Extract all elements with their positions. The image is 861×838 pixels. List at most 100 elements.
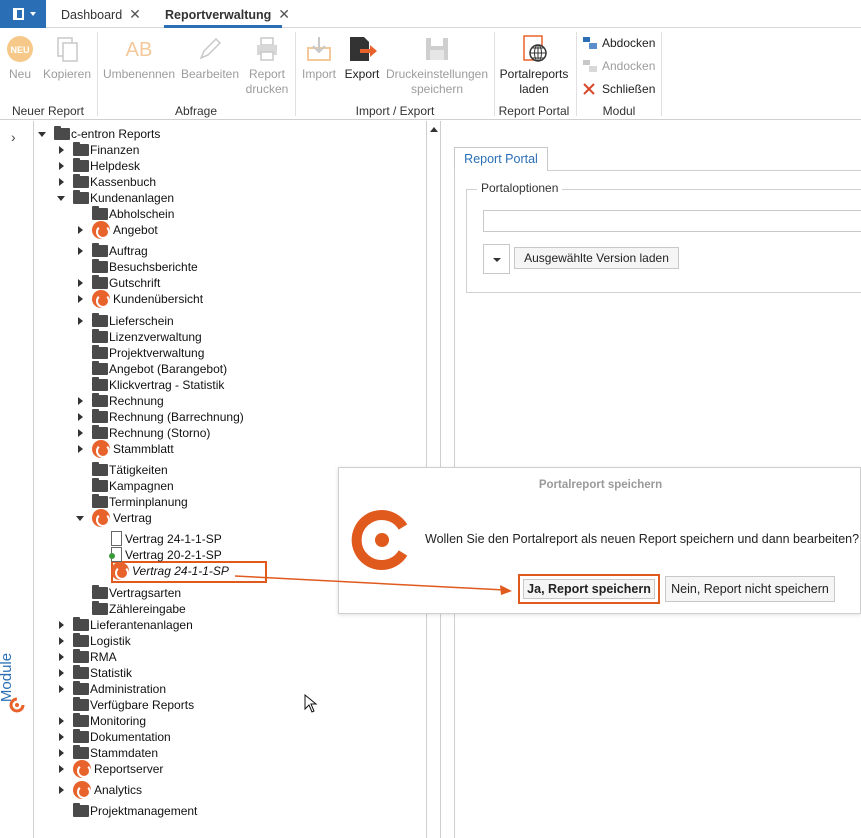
chevron-right-icon[interactable]: › xyxy=(11,129,16,145)
export-button[interactable]: Export xyxy=(342,34,382,82)
chevron-right-icon[interactable] xyxy=(78,445,83,453)
tab-report-portal[interactable]: Report Portal xyxy=(454,147,548,171)
scroll-up-arrow-icon[interactable] xyxy=(430,127,438,132)
tree-row[interactable]: Dokumentation xyxy=(34,729,424,745)
tree-row[interactable]: Abholschein xyxy=(34,206,424,222)
tree-row[interactable]: Logistik xyxy=(34,633,424,649)
chevron-right-icon[interactable] xyxy=(59,146,64,154)
chevron-right-icon[interactable] xyxy=(78,279,83,287)
tree-row[interactable]: Verfügbare Reports xyxy=(34,697,424,713)
tree-row-label: Monitoring xyxy=(90,714,147,728)
tab-dashboard[interactable]: Dashboard ✕ xyxy=(61,0,141,28)
umbenennen-label: Umbenennen xyxy=(102,67,176,81)
chevron-right-icon[interactable] xyxy=(59,733,64,741)
kopieren-button[interactable]: Kopieren xyxy=(42,34,92,82)
tree-row[interactable]: Rechnung (Barrechnung) xyxy=(34,409,424,425)
tree-row[interactable]: Projektmanagement xyxy=(34,803,424,819)
portal-report-icon xyxy=(92,290,110,308)
close-icon[interactable]: ✕ xyxy=(278,6,290,22)
tree-row-label: Zählereingabe xyxy=(109,602,186,616)
chevron-right-icon[interactable] xyxy=(78,429,83,437)
schliessen-button[interactable]: Schließen xyxy=(580,80,655,98)
ribbon-divider xyxy=(295,32,296,116)
load-version-button[interactable]: Ausgewählte Version laden xyxy=(514,247,679,269)
tree-row[interactable]: c-entron Reports xyxy=(34,126,424,142)
portalreports-laden-button[interactable]: Portalreports laden xyxy=(497,34,571,97)
chevron-right-icon[interactable] xyxy=(78,226,83,234)
tree-row-label: Besuchsberichte xyxy=(109,260,198,274)
tree-row[interactable]: Angebot xyxy=(34,221,424,239)
tree-row[interactable]: Besuchsberichte xyxy=(34,259,424,275)
app-menu-button[interactable] xyxy=(0,0,46,28)
tree-row[interactable]: Monitoring xyxy=(34,713,424,729)
chevron-right-icon[interactable] xyxy=(59,717,64,725)
tree-row[interactable]: Auftrag xyxy=(34,243,424,259)
folder-icon xyxy=(92,462,108,476)
tab-reportverwaltung[interactable]: Reportverwaltung ✕ xyxy=(165,0,290,28)
andocken-button[interactable]: Andocken xyxy=(580,57,655,75)
chevron-right-icon[interactable] xyxy=(78,295,83,303)
tree-row-label: RMA xyxy=(90,650,117,664)
tree-row[interactable]: Lizenzverwaltung xyxy=(34,329,424,345)
chevron-down-icon[interactable] xyxy=(38,132,46,137)
c-entron-logo-icon xyxy=(351,510,408,570)
tree-row[interactable]: Analytics xyxy=(34,781,424,799)
tree-row[interactable]: Stammdaten xyxy=(34,745,424,761)
report-drucken-button[interactable]: Report drucken xyxy=(244,34,290,97)
tree-row[interactable]: RMA xyxy=(34,649,424,665)
tree-row[interactable]: Lieferschein xyxy=(34,313,424,329)
chevron-right-icon[interactable] xyxy=(78,247,83,255)
tree-row[interactable]: Kundenanlagen xyxy=(34,190,424,206)
tree-row[interactable]: Lieferantenanlagen xyxy=(34,617,424,633)
tree-row[interactable]: Rechnung xyxy=(34,393,424,409)
chevron-right-icon[interactable] xyxy=(59,162,64,170)
tree-row-label: Finanzen xyxy=(90,143,140,157)
document-icon xyxy=(111,531,122,546)
bearbeiten-button[interactable]: Bearbeiten xyxy=(180,34,240,82)
chevron-right-icon[interactable] xyxy=(78,397,83,405)
tree-row[interactable]: Stammblatt xyxy=(34,440,424,458)
tree-row[interactable]: Kassenbuch xyxy=(34,174,424,190)
tree-row[interactable]: Gutschrift xyxy=(34,275,424,291)
tree-row[interactable]: Kundenübersicht xyxy=(34,290,424,308)
druckeinstellungen-speichern-button[interactable]: Druckeinstellungen speichern xyxy=(385,34,489,97)
tree-row[interactable]: Administration xyxy=(34,681,424,697)
tree-row[interactable]: Rechnung (Storno) xyxy=(34,425,424,441)
chevron-right-icon[interactable] xyxy=(59,653,64,661)
import-button[interactable]: Import xyxy=(300,34,338,82)
tree-row[interactable]: Klickvertrag - Statistik xyxy=(34,377,424,393)
chevron-right-icon[interactable] xyxy=(59,669,64,677)
new-badge-icon: NEU xyxy=(7,36,33,62)
chevron-right-icon[interactable] xyxy=(78,413,83,421)
tree-row[interactable]: Angebot (Barangebot) xyxy=(34,361,424,377)
chevron-right-icon[interactable] xyxy=(59,178,64,186)
chevron-right-icon[interactable] xyxy=(59,786,64,794)
dont-save-report-button[interactable]: Nein, Report nicht speichern xyxy=(665,576,835,602)
close-icon[interactable]: ✕ xyxy=(129,6,141,22)
chevron-down-icon[interactable] xyxy=(76,516,84,521)
tree-row[interactable]: Reportserver xyxy=(34,760,424,778)
tree-row[interactable]: Finanzen xyxy=(34,142,424,158)
chevron-right-icon[interactable] xyxy=(59,749,64,757)
chevron-right-icon[interactable] xyxy=(78,317,83,325)
abdocken-button[interactable]: Abdocken xyxy=(580,34,655,52)
umbenennen-button[interactable]: AB Umbenennen xyxy=(102,34,176,82)
tree-row[interactable]: Projektverwaltung xyxy=(34,345,424,361)
tree-row-label: Administration xyxy=(90,682,167,696)
ribbon-divider xyxy=(576,32,577,116)
chevron-right-icon[interactable] xyxy=(59,637,64,645)
chevron-right-icon[interactable] xyxy=(59,685,64,693)
portaloptionen-title: Portaloptionen xyxy=(477,181,563,195)
tree-row[interactable]: Statistik xyxy=(34,665,424,681)
module-panel-toggle[interactable]: Module xyxy=(0,641,34,731)
tree-row-label: Vertragsarten xyxy=(109,586,182,600)
tree-row[interactable]: Helpdesk xyxy=(34,158,424,174)
version-dropdown[interactable] xyxy=(483,244,510,274)
neu-button[interactable]: NEU Neu xyxy=(4,34,36,82)
chevron-down-icon[interactable] xyxy=(57,196,65,201)
folder-icon xyxy=(92,409,108,423)
chevron-right-icon[interactable] xyxy=(59,621,64,629)
chevron-right-icon[interactable] xyxy=(59,765,64,773)
save-report-button[interactable]: Ja, Report speichern xyxy=(518,574,660,604)
portal-input[interactable] xyxy=(483,210,861,232)
